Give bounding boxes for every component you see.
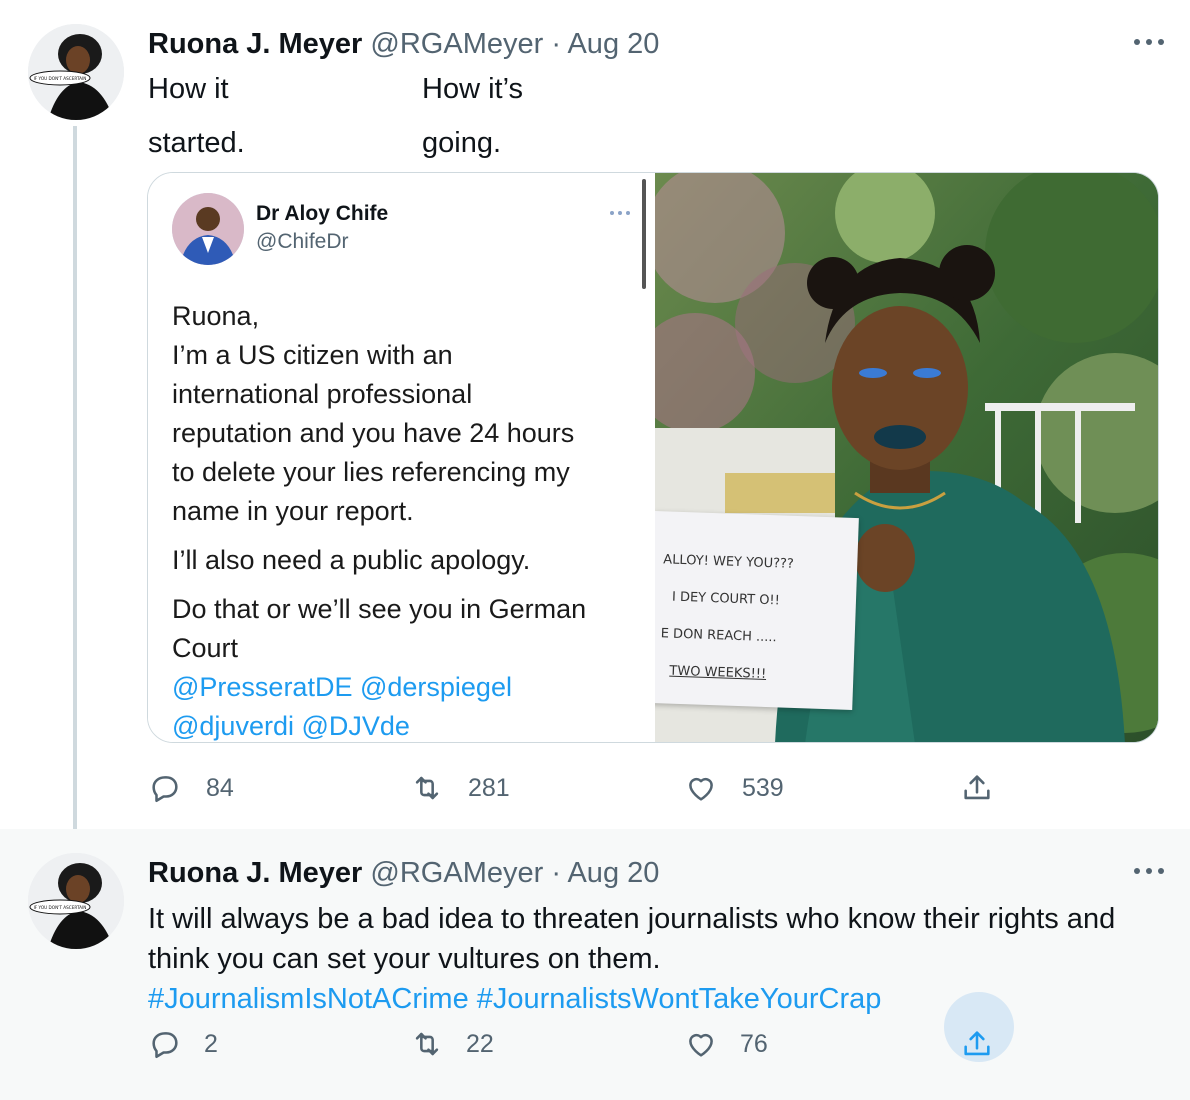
avatar-image: IF YOU DON'T ASCERTAIN (28, 24, 124, 120)
reply-button[interactable]: 84 (148, 768, 234, 808)
author-name[interactable]: Ruona J. Meyer (148, 857, 362, 889)
tweet-header: Ruona J. Meyer @RGAMeyer · Aug 20 (148, 855, 659, 891)
reply-icon (152, 776, 178, 803)
reply-count: 84 (206, 773, 234, 802)
avatar-image: IF YOU DON'T ASCERTAIN (28, 853, 124, 949)
retweet-icon (415, 776, 439, 800)
tweet[interactable]: IF YOU DON'T ASCERTAIN Ruona J. Meyer @R… (0, 0, 1190, 829)
text-line: I’m a US citizen with an (172, 340, 453, 370)
sign-text: TWO WEEKS!!! (669, 663, 767, 682)
embedded-more-icon (610, 211, 630, 217)
separator-dot: · (551, 857, 561, 889)
tweet[interactable]: IF YOU DON'T ASCERTAIN Ruona J. Meyer @R… (0, 829, 1190, 1100)
tweet-media[interactable]: Dr Aloy Chife @ChifeDr Ruona, I’m a US c… (147, 172, 1159, 743)
text-line: name in your report. (172, 496, 414, 526)
avatar-badge-text: IF YOU DON'T ASCERTAIN (34, 905, 87, 910)
text-line: It will always be a bad idea to threaten… (148, 903, 1116, 935)
avatar[interactable]: IF YOU DON'T ASCERTAIN (28, 853, 124, 949)
text-line: I’ll also need a public apology. (172, 545, 531, 575)
scrollbar (642, 179, 646, 289)
thread-connector-line (73, 126, 77, 829)
retweet-button[interactable]: 281 (410, 768, 510, 808)
like-button[interactable]: 539 (684, 768, 784, 808)
tweet-text-right: How it’s going. (422, 70, 523, 162)
text-line: started. (148, 127, 245, 159)
embedded-author-handle: @ChifeDr (256, 230, 349, 253)
text-line: reputation and you have 24 hours (172, 418, 575, 448)
embedded-author-name: Dr Aloy Chife (256, 202, 389, 225)
retweet-button[interactable]: 22 (410, 1024, 494, 1064)
reply-count: 2 (204, 1029, 218, 1058)
embedded-tweet-text: Ruona, I’m a US citizen with an internat… (172, 297, 587, 742)
tweet-date[interactable]: Aug 20 (567, 28, 659, 60)
embedded-mentions: @PresseratDE @derspiegel (172, 672, 512, 702)
separator-dot: · (551, 28, 561, 60)
author-handle[interactable]: @RGAMeyer (370, 28, 543, 60)
share-button[interactable] (960, 1024, 994, 1064)
more-icon[interactable] (1134, 30, 1164, 54)
like-count: 76 (740, 1029, 768, 1058)
like-icon (689, 1033, 713, 1057)
author-name[interactable]: Ruona J. Meyer (148, 28, 362, 60)
like-count: 539 (742, 773, 784, 802)
text-line: international professional (172, 379, 473, 409)
embedded-mentions: @djuverdi @DJVde (172, 711, 410, 741)
paper-sign: ALLOY! WEY YOU??? I DEY COURT O!! E DON … (655, 511, 859, 711)
share-icon (964, 1031, 990, 1056)
text-line: think you can set your vultures on them. (148, 943, 661, 975)
tweet-date[interactable]: Aug 20 (567, 857, 659, 889)
more-icon[interactable] (1134, 859, 1164, 883)
share-icon (964, 775, 990, 800)
text-line: How it (148, 73, 229, 105)
like-button[interactable]: 76 (684, 1024, 768, 1064)
tweet-text-left: How it started. (148, 70, 245, 162)
reply-button[interactable]: 2 (148, 1024, 218, 1064)
like-icon (689, 777, 713, 801)
hashtag-link[interactable]: #JournalistsWontTakeYourCrap (477, 983, 882, 1015)
reply-icon (152, 1032, 178, 1059)
text-line: to delete your lies referencing my (172, 457, 570, 487)
retweet-icon (415, 1032, 439, 1056)
text-line: Do that or we’ll see you in German (172, 594, 587, 624)
author-handle[interactable]: @RGAMeyer (370, 857, 543, 889)
tweet-actions: 2 22 76 (148, 992, 1014, 1064)
avatar-badge-text: IF YOU DON'T ASCERTAIN (34, 76, 87, 81)
retweet-count: 22 (466, 1029, 494, 1058)
text-line: going. (422, 127, 502, 159)
hashtag-link[interactable]: #JournalismIsNotACrime (148, 983, 469, 1015)
text-line: Court (172, 633, 239, 663)
text-line: Ruona, (172, 301, 260, 331)
retweet-count: 281 (468, 773, 510, 802)
embedded-avatar (172, 193, 244, 265)
avatar[interactable]: IF YOU DON'T ASCERTAIN (28, 24, 124, 120)
tweet-header: Ruona J. Meyer @RGAMeyer · Aug 20 (148, 26, 659, 62)
media-image-photo[interactable]: ALLOY! WEY YOU??? I DEY COURT O!! E DON … (655, 173, 1158, 742)
share-button[interactable] (960, 768, 994, 808)
tweet-actions: 84 281 539 (148, 768, 1008, 808)
text-line: How it’s (422, 73, 523, 105)
media-image-screenshot[interactable]: Dr Aloy Chife @ChifeDr Ruona, I’m a US c… (148, 173, 655, 742)
